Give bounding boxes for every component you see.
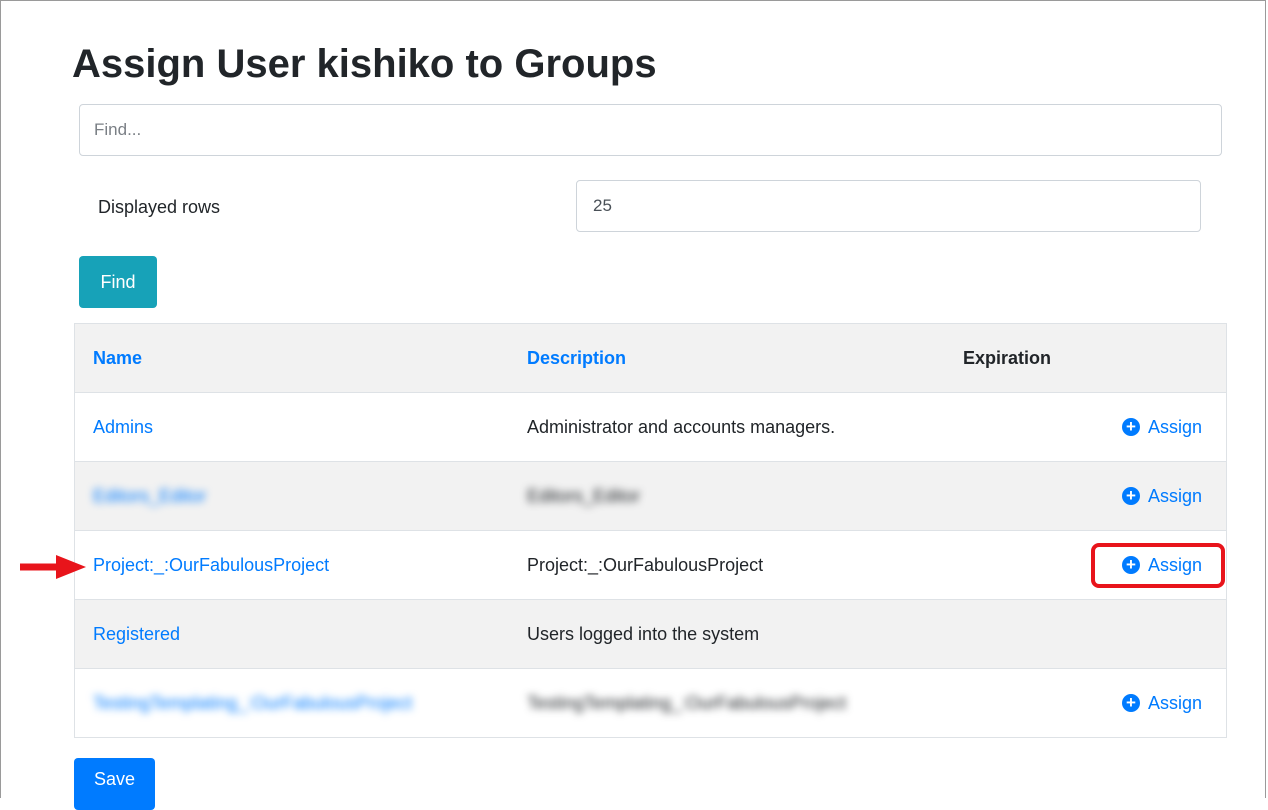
plus-circle-icon: + (1121, 487, 1140, 506)
sort-by-description-link[interactable]: Description (527, 348, 626, 368)
group-name-link[interactable]: Editors_Editor (93, 486, 206, 506)
assign-label: Assign (1147, 416, 1202, 437)
column-header-description[interactable]: Description (509, 324, 945, 393)
displayed-rows-input[interactable] (576, 180, 1201, 232)
group-description: Project:_:OurFabulousProject (509, 530, 945, 600)
assign-label: Assign (1147, 485, 1202, 506)
group-expiration (945, 668, 1087, 737)
assign-button[interactable]: + Assign (1121, 485, 1202, 507)
table-row: Registered Users logged into the system (75, 599, 1226, 669)
assign-label: Assign (1147, 692, 1202, 713)
search-input[interactable] (79, 104, 1222, 156)
group-expiration (945, 461, 1087, 531)
plus-circle-icon: + (1121, 694, 1140, 713)
group-name-link[interactable]: TestingTemplating_:OurFabulousProject (93, 693, 412, 713)
group-description: Users logged into the system (509, 599, 945, 669)
plus-circle-icon: + (1121, 418, 1140, 437)
find-button[interactable]: Find (79, 256, 157, 308)
assign-button[interactable]: + Assign (1121, 416, 1202, 438)
group-expiration (945, 599, 1087, 669)
page-title: Assign User kishiko to Groups (72, 42, 657, 86)
displayed-rows-label: Displayed rows (98, 197, 221, 217)
column-header-name[interactable]: Name (75, 324, 509, 393)
empty-action-cell (1086, 599, 1226, 669)
assign-button[interactable]: + Assign (1121, 554, 1202, 576)
group-description: Administrator and accounts managers. (509, 392, 945, 462)
table-row: Project:_:OurFabulousProject Project:_:O… (75, 530, 1226, 600)
groups-table: Name Description Expiration Admins Admin… (74, 323, 1227, 738)
table-header-row: Name Description Expiration (75, 324, 1226, 393)
table-row: TestingTemplating_:OurFabulousProject Te… (75, 668, 1226, 737)
assign-label: Assign (1147, 554, 1202, 575)
save-button[interactable]: Save (74, 758, 155, 810)
group-description: TestingTemplating_:OurFabulousProject (509, 668, 945, 737)
table-row: Admins Administrator and accounts manage… (75, 392, 1226, 462)
group-expiration (945, 530, 1087, 600)
group-name-link[interactable]: Registered (93, 624, 180, 644)
group-name-link[interactable]: Admins (93, 417, 153, 437)
group-expiration (945, 392, 1087, 462)
assign-button[interactable]: + Assign (1121, 692, 1202, 714)
column-header-action (1087, 324, 1226, 393)
table-row: Editors_Editor Editors_Editor + Assign (75, 461, 1226, 531)
column-header-expiration: Expiration (963, 347, 1052, 368)
group-description: Editors_Editor (509, 461, 945, 531)
group-name-link[interactable]: Project:_:OurFabulousProject (93, 555, 329, 575)
plus-circle-icon: + (1121, 556, 1140, 575)
sort-by-name-link[interactable]: Name (93, 348, 142, 368)
red-arrow-icon (20, 555, 86, 579)
